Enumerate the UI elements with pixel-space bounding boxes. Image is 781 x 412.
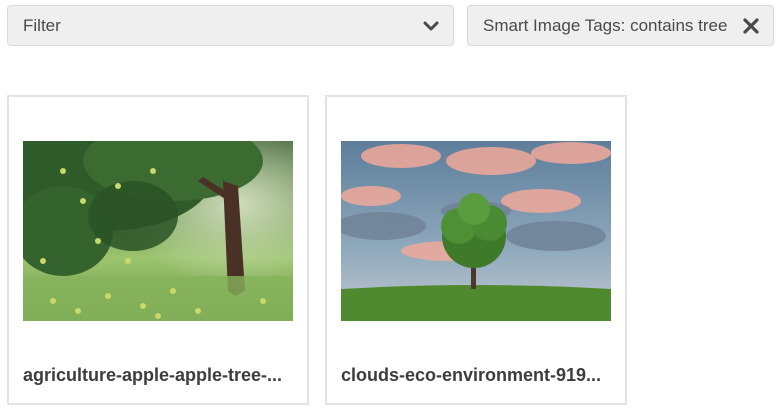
image-title[interactable]: agriculture-apple-apple-tree-... <box>23 365 295 386</box>
image-thumbnail[interactable] <box>23 141 293 321</box>
image-title[interactable]: clouds-eco-environment-919... <box>341 365 613 386</box>
active-filter-label: Smart Image Tags: contains tree <box>483 15 728 35</box>
active-filter-tag: Smart Image Tags: contains tree <box>467 5 774 46</box>
filter-label: Filter <box>23 15 61 35</box>
close-icon[interactable] <box>742 17 760 35</box>
image-card[interactable]: agriculture-apple-apple-tree-... <box>7 95 309 405</box>
image-card[interactable]: clouds-eco-environment-919... <box>325 95 627 405</box>
image-thumbnail[interactable] <box>341 141 611 321</box>
chevron-down-icon <box>422 17 440 35</box>
filter-dropdown[interactable]: Filter <box>7 5 454 46</box>
